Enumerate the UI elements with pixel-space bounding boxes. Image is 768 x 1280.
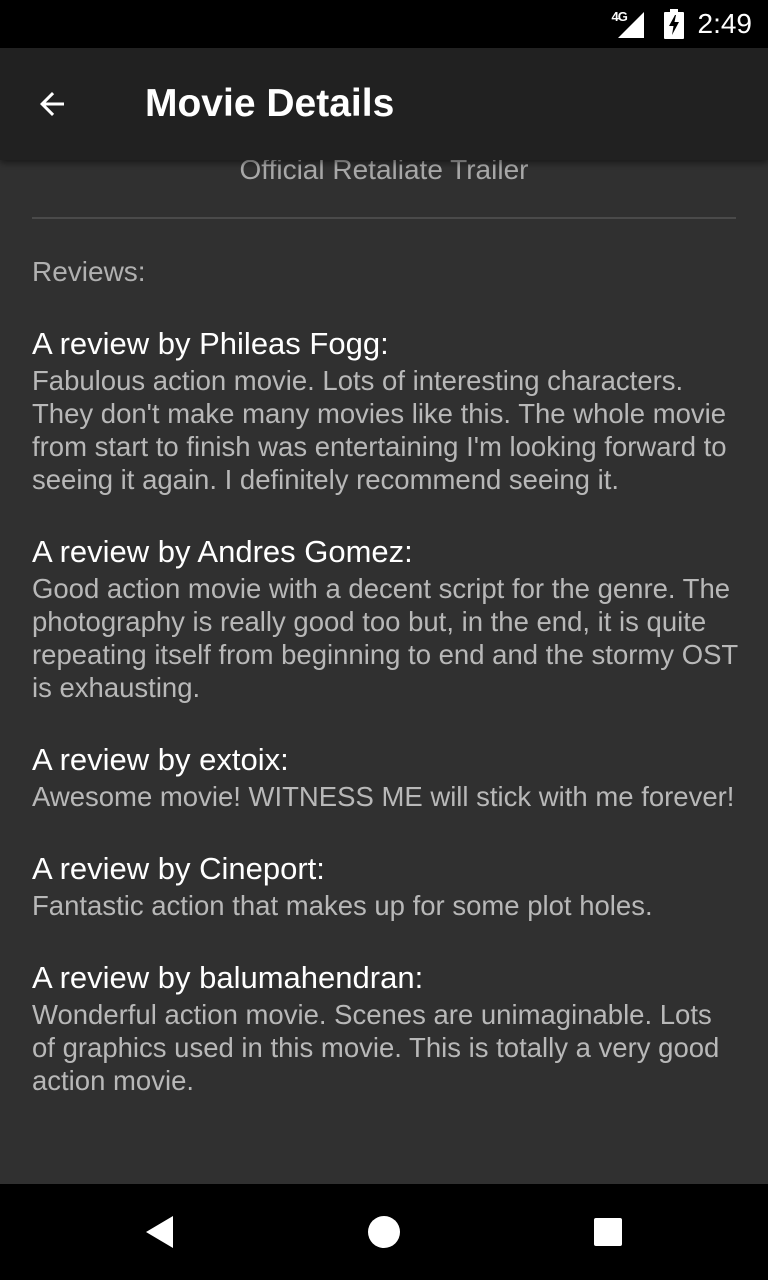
reviews-heading: Reviews: bbox=[32, 256, 146, 287]
review-author: A review by balumahendran: bbox=[32, 960, 424, 995]
review-item: A review by extoix: Awesome movie! WITNE… bbox=[32, 740, 742, 813]
battery-charging-icon bbox=[663, 9, 684, 39]
review-item: A review by balumahendran: Wonderful act… bbox=[32, 958, 742, 1097]
review-author: A review by Phileas Fogg: bbox=[32, 326, 389, 361]
review-body: Good action movie with a decent script f… bbox=[32, 573, 738, 703]
app-bar: Movie Details bbox=[0, 48, 768, 160]
status-clock: 2:49 bbox=[697, 8, 753, 39]
cell-signal-icon: 4G bbox=[610, 4, 650, 44]
review-author: A review by Andres Gomez: bbox=[32, 534, 413, 569]
page-title: Movie Details bbox=[145, 82, 395, 125]
back-button[interactable] bbox=[24, 76, 80, 132]
review-body: Fantastic action that makes up for some … bbox=[32, 890, 653, 921]
network-type-label: 4G bbox=[611, 9, 628, 24]
divider bbox=[32, 217, 736, 219]
movie-details-content[interactable]: Official Retaliate Trailer Reviews: A re… bbox=[0, 160, 768, 1184]
trailer-link[interactable]: Official Retaliate Trailer bbox=[0, 160, 768, 186]
arrow-back-icon bbox=[40, 92, 64, 116]
status-bar: 4G 2:49 bbox=[0, 0, 768, 48]
review-item: A review by Andres Gomez: Good action mo… bbox=[32, 532, 742, 704]
review-item: A review by Phileas Fogg: Fabulous actio… bbox=[32, 324, 742, 496]
review-author: A review by extoix: bbox=[32, 742, 289, 777]
review-body: Fabulous action movie. Lots of interesti… bbox=[32, 365, 727, 495]
status-icons: 4G 2:49 bbox=[610, 0, 753, 48]
review-author: A review by Cineport: bbox=[32, 851, 325, 886]
nav-back-button[interactable] bbox=[136, 1208, 184, 1256]
nav-recents-button[interactable] bbox=[584, 1208, 632, 1256]
home-circle-icon bbox=[368, 1216, 400, 1248]
review-body: Awesome movie! WITNESS ME will stick wit… bbox=[32, 781, 735, 812]
reviews-list: A review by Phileas Fogg: Fabulous actio… bbox=[32, 324, 742, 1133]
nav-home-button[interactable] bbox=[360, 1208, 408, 1256]
system-navigation-bar bbox=[0, 1184, 768, 1280]
back-triangle-icon bbox=[146, 1216, 173, 1248]
review-item: A review by Cineport: Fantastic action t… bbox=[32, 849, 742, 922]
recents-square-icon bbox=[594, 1218, 622, 1246]
review-body: Wonderful action movie. Scenes are unima… bbox=[32, 999, 720, 1096]
